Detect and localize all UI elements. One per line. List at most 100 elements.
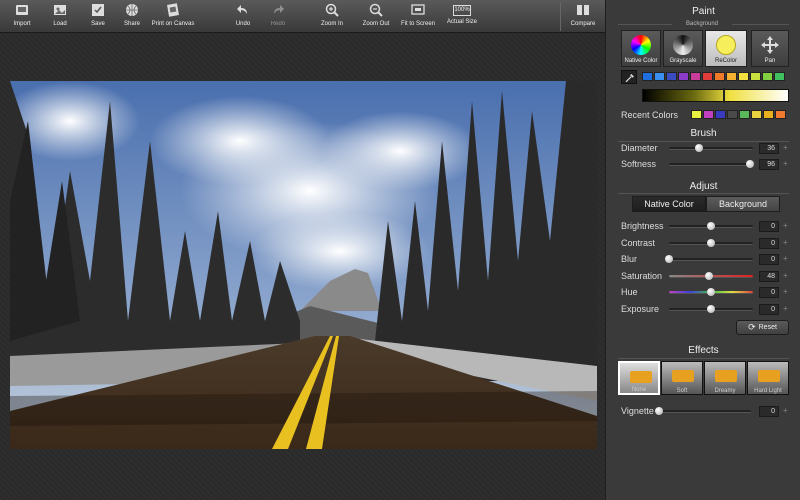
zoom-out-button[interactable]: Zoom Out [361,2,391,31]
contrast-plus-icon[interactable]: + [783,238,788,247]
exposure-label: Exposure [621,304,660,314]
blur-slider[interactable] [665,255,753,264]
effect-thumb-hard-light[interactable]: Hard Light [747,361,789,395]
recolor-icon [716,35,736,55]
reset-button[interactable]: ⟳ Reset [736,320,789,335]
recent-color-swatch[interactable] [775,110,786,119]
effect-thumb-none[interactable]: None [618,361,660,395]
brush-section-title: Brush [690,128,717,139]
palette-swatch[interactable] [762,72,773,81]
recent-color-swatch[interactable] [691,110,702,119]
contrast-knob[interactable] [707,238,715,247]
palette-swatch[interactable] [642,72,653,81]
canvas-icon [167,3,179,17]
vignette-slider[interactable] [655,407,751,415]
tab-background[interactable]: Background [706,196,780,212]
vignette-label: Vignette [621,406,654,416]
brightness-plus-icon[interactable]: + [783,221,788,230]
palette-swatch[interactable] [774,72,785,81]
brightness-slider[interactable] [669,222,753,230]
import-button[interactable]: Import [8,2,36,31]
undo-button[interactable]: Undo [232,2,254,31]
pan-mode-button[interactable]: Pan [751,30,789,67]
redo-button[interactable]: Redo [267,2,289,31]
effect-label: Dreamy [714,388,736,394]
import-icon [16,5,28,15]
bus-thumbnail-icon [672,370,694,382]
softness-slider[interactable] [669,160,754,168]
saturation-slider[interactable] [669,271,753,280]
recent-color-swatch[interactable] [763,110,774,119]
saturation-knob[interactable] [705,271,714,280]
palette-swatch[interactable] [726,72,737,81]
saturation-plus-icon[interactable]: + [783,271,788,280]
recent-color-swatch[interactable] [739,110,750,119]
brightness-knob[interactable] [707,222,715,230]
palette-swatch[interactable] [714,72,725,81]
compare-icon [577,5,589,15]
contrast-value[interactable]: 0 [759,237,779,249]
saturation-value[interactable]: 48 [759,270,779,282]
print-on-canvas-button[interactable]: Print on Canvas [150,2,196,31]
tab-native-color[interactable]: Native Color [632,196,706,212]
softness-plus-icon[interactable]: + [783,159,788,168]
effect-thumb-soft[interactable]: Soft [661,361,703,395]
vignette-value[interactable]: 0 [759,406,779,417]
palette-swatch[interactable] [654,72,665,81]
recent-color-swatch[interactable] [751,110,762,119]
spectrum-cursor[interactable] [723,88,725,103]
vignette-plus-icon[interactable]: + [783,406,788,415]
exposure-slider[interactable] [669,305,753,313]
exposure-value[interactable]: 0 [759,304,779,315]
save-icon [92,4,104,16]
softness-knob[interactable] [745,160,754,168]
share-button[interactable]: Share [120,2,144,31]
palette-swatch[interactable] [690,72,701,81]
grayscale-mode-button[interactable]: Grayscale [663,30,703,67]
recolor-mode-button[interactable]: ReColor [705,30,747,67]
color-spectrum-bar[interactable] [642,88,789,103]
brightness-value[interactable]: 0 [759,221,779,232]
save-button[interactable]: Save [86,2,110,31]
hue-plus-icon[interactable]: + [783,287,788,296]
blur-value[interactable]: 0 [759,254,779,266]
hue-slider[interactable] [669,288,753,297]
canvas-area[interactable] [0,33,605,500]
compare-button[interactable]: Compare [569,2,597,31]
zoom-in-button[interactable]: Zoom In [318,2,346,31]
hue-value[interactable]: 0 [759,287,779,299]
palette-swatch[interactable] [678,72,689,81]
actual-size-button[interactable]: 100% Actual Size [446,2,478,31]
contrast-slider[interactable] [669,238,753,247]
softness-value[interactable]: 96 [759,159,779,170]
palette-swatch[interactable] [738,72,749,81]
eyedropper-icon [625,73,634,83]
palette-swatch[interactable] [750,72,761,81]
fit-to-screen-button[interactable]: Fit to Screen [398,2,438,31]
photo-canvas[interactable] [10,81,597,449]
diameter-value[interactable]: 36 [759,143,779,154]
bus-thumbnail-icon [630,371,652,383]
blur-knob[interactable] [665,255,673,264]
recent-color-swatch[interactable] [703,110,714,119]
palette-swatch[interactable] [702,72,713,81]
palette-swatch[interactable] [666,72,677,81]
diameter-plus-icon[interactable]: + [783,143,788,152]
diameter-knob[interactable] [695,144,704,152]
eyedropper-button[interactable] [621,70,637,84]
load-button[interactable]: Load [48,2,72,31]
exposure-plus-icon[interactable]: + [783,304,788,313]
hue-knob[interactable] [707,288,715,297]
effect-thumb-dreamy[interactable]: Dreamy [704,361,746,395]
vignette-knob[interactable] [655,407,663,415]
recent-color-swatch[interactable] [715,110,726,119]
diameter-slider[interactable] [669,144,753,152]
blur-plus-icon[interactable]: + [783,254,788,263]
adjust-divider [618,193,789,194]
diameter-label: Diameter [621,143,658,153]
softness-label: Softness [621,159,657,169]
exposure-knob[interactable] [707,305,715,313]
effects-divider [618,358,789,359]
native-color-mode-button[interactable]: Native Color [621,30,661,67]
recent-color-swatch[interactable] [727,110,738,119]
